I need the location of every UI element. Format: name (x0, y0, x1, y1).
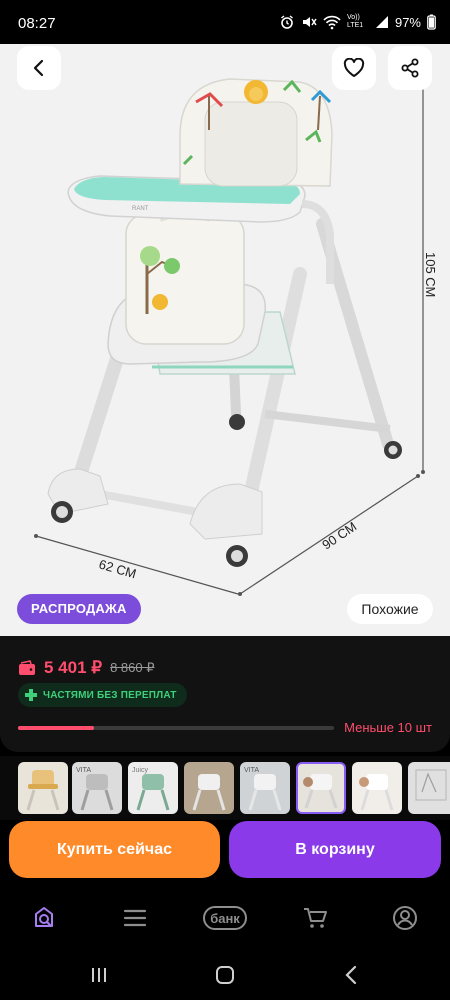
status-icons: Vo)) LTE1 97% (279, 14, 436, 30)
thumbnail-label: VITA (244, 767, 259, 774)
nav-item-cart[interactable] (293, 896, 337, 940)
thumbnail[interactable] (184, 762, 234, 814)
add-to-cart-button[interactable]: В корзину (229, 821, 441, 878)
thumbnail[interactable] (352, 762, 402, 814)
nav-item-menu[interactable] (113, 896, 157, 940)
dimension-height-label: 105 СМ (423, 252, 438, 297)
wifi-icon (323, 15, 341, 30)
nav-item-bank[interactable]: банк (203, 896, 247, 940)
system-back-button[interactable] (336, 962, 366, 988)
cart-icon (304, 908, 327, 928)
nav-item-profile[interactable] (383, 896, 427, 940)
nav-item-catalog[interactable] (22, 896, 66, 940)
chevron-left-icon (33, 59, 44, 77)
installments-badge[interactable]: ЧАСТЯМИ БЕЗ ПЕРЕПЛАТ (18, 683, 187, 707)
back-arrow-icon (345, 965, 357, 985)
product-gallery[interactable]: RANT 105 СМ 90 СМ 62 СМ РАСПРОДАЖА Похож… (0, 44, 450, 636)
status-time: 08:27 (18, 15, 56, 32)
thumbnail-label: VITA (76, 767, 91, 774)
thumbnail[interactable] (18, 762, 68, 814)
menu-icon (123, 909, 147, 927)
network-label: Vo)) LTE1 (346, 14, 364, 29)
brand-mark: RANT (132, 206, 149, 212)
price-card: 5 401 ₽ 8 860 ₽ ЧАСТЯМИ БЕЗ ПЕРЕПЛАТ Мен… (0, 636, 450, 752)
profile-icon (393, 906, 417, 930)
share-icon (401, 58, 419, 78)
battery-label: 97% (394, 14, 421, 30)
thumbnail-active[interactable] (296, 762, 346, 814)
alarm-icon (281, 15, 293, 29)
similar-button[interactable]: Похожие (347, 594, 433, 624)
battery-icon (427, 14, 436, 30)
installments-label: ЧАСТЯМИ БЕЗ ПЕРЕПЛАТ (43, 689, 177, 701)
bottom-navigation: банк (0, 884, 450, 950)
signal-icon (375, 16, 388, 28)
thumbnail[interactable]: Juicy (128, 762, 178, 814)
old-price: 8 860 ₽ (110, 660, 155, 675)
thumbnail-label: Juicy (132, 767, 148, 774)
action-bar: Купить сейчас В корзину (0, 820, 450, 884)
favorite-button[interactable] (332, 46, 376, 90)
home-button[interactable] (210, 962, 240, 988)
wallet-icon (19, 660, 35, 675)
thumbnail[interactable]: VITA (240, 762, 290, 814)
stock-progress-fill (18, 726, 94, 730)
home-icon (216, 966, 234, 984)
product-image[interactable]: RANT 105 СМ 90 СМ 62 СМ (0, 44, 450, 636)
status-bar: 08:27 Vo)) LTE1 97% (0, 0, 450, 44)
current-price: 5 401 ₽ (44, 658, 103, 677)
recent-apps-button[interactable] (84, 962, 114, 988)
thumbnail[interactable]: VITA (72, 762, 122, 814)
plus-cross-icon (25, 689, 37, 701)
back-button[interactable] (17, 46, 61, 90)
price-row: 5 401 ₽ 8 860 ₽ (18, 658, 155, 678)
stock-progress (18, 726, 334, 730)
stock-label: Меньше 10 шт (344, 720, 432, 735)
system-navigation (0, 950, 450, 1000)
mute-icon (302, 17, 317, 27)
share-button[interactable] (388, 46, 432, 90)
dimension-depth-label: 90 СМ (319, 519, 359, 553)
dimension-width-label: 62 СМ (97, 556, 138, 581)
search-catalog-icon (35, 907, 53, 928)
thumbnail-strip[interactable]: VITA Juicy VITA (0, 756, 450, 820)
sale-badge[interactable]: РАСПРОДАЖА (17, 594, 141, 624)
thumbnail[interactable] (408, 762, 450, 814)
bank-label: банк (203, 906, 247, 930)
recent-apps-icon (92, 968, 106, 982)
heart-icon (343, 58, 365, 77)
buy-now-button[interactable]: Купить сейчас (9, 821, 220, 878)
